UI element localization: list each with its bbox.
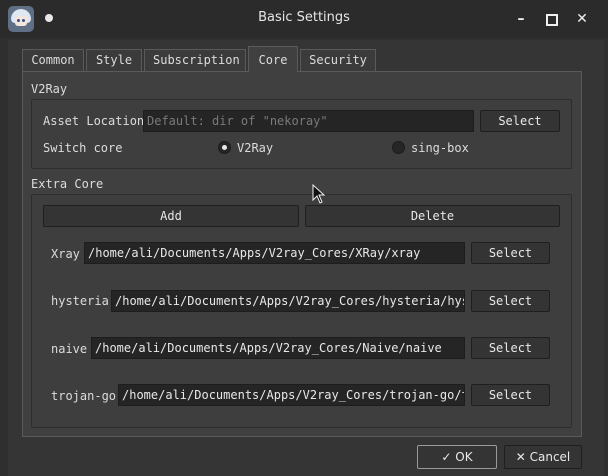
switch-core-label: Switch core bbox=[43, 141, 123, 155]
core-select-button-hysteria[interactable]: Select bbox=[471, 290, 550, 312]
v2ray-radio[interactable] bbox=[218, 141, 231, 154]
sing-box-radio[interactable] bbox=[392, 141, 405, 154]
core-path-hysteria[interactable]: /home/ali/Documents/Apps/V2ray_Cores/hys… bbox=[111, 290, 465, 312]
tab-security[interactable]: Security bbox=[300, 49, 376, 71]
asset-location-placeholder: Default: dir of "nekoray" bbox=[147, 114, 328, 128]
asset-location-label: Asset Location bbox=[43, 114, 145, 128]
checkmark-icon: ✓ bbox=[441, 450, 452, 464]
core-select-button-naive[interactable]: Select bbox=[471, 337, 550, 359]
tab-subscription[interactable]: Subscription bbox=[144, 49, 246, 71]
v2ray-radio-label[interactable]: V2Ray bbox=[237, 141, 273, 155]
tab-core[interactable]: Core bbox=[248, 46, 298, 72]
core-name-trojan-go: trojan-go bbox=[51, 389, 117, 403]
core-name-xray: Xray bbox=[51, 247, 80, 261]
v2ray-section-title: V2Ray bbox=[31, 82, 68, 96]
minimize-icon[interactable]: – bbox=[510, 8, 532, 30]
tab-common[interactable]: Common bbox=[22, 49, 84, 71]
maximize-icon[interactable] bbox=[540, 8, 562, 30]
add-core-button[interactable]: Add bbox=[43, 205, 299, 227]
core-select-button-xray[interactable]: Select bbox=[471, 242, 550, 264]
ok-button[interactable]: ✓ OK bbox=[417, 445, 497, 469]
core-path-trojan-go[interactable]: /home/ali/Documents/Apps/V2ray_Cores/tro… bbox=[118, 384, 465, 406]
asset-location-select-button[interactable]: Select bbox=[480, 110, 560, 132]
close-icon[interactable]: ✕ bbox=[571, 8, 593, 30]
core-name-hysteria: hysteria bbox=[51, 294, 109, 308]
delete-core-button[interactable]: Delete bbox=[305, 205, 560, 227]
core-select-button-trojan-go[interactable]: Select bbox=[471, 384, 550, 406]
core-name-naive: naive bbox=[51, 342, 88, 356]
core-path-xray[interactable]: /home/ali/Documents/Apps/V2ray_Cores/XRa… bbox=[84, 242, 465, 264]
title-bar: Basic Settings – ✕ bbox=[0, 0, 608, 38]
cancel-button[interactable]: ✕ Cancel bbox=[504, 445, 582, 469]
mouse-cursor-icon bbox=[312, 184, 326, 204]
core-path-naive[interactable]: /home/ali/Documents/Apps/V2ray_Cores/Nai… bbox=[91, 337, 465, 359]
sing-box-radio-label[interactable]: sing-box bbox=[411, 141, 469, 155]
asset-location-input[interactable]: Default: dir of "nekoray" bbox=[143, 110, 474, 132]
extra-core-section-title: Extra Core bbox=[31, 177, 104, 191]
x-icon: ✕ bbox=[515, 450, 526, 464]
tab-style[interactable]: Style bbox=[86, 49, 142, 71]
